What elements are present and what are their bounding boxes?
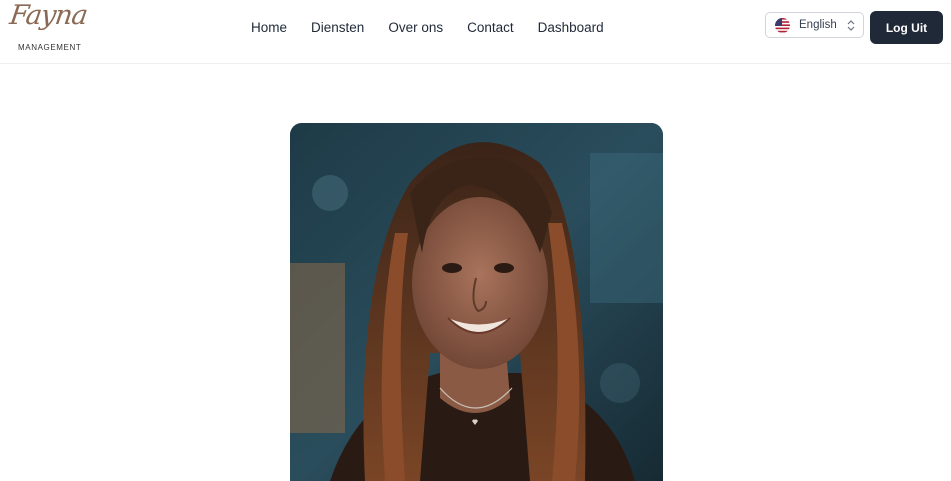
nav-home[interactable]: Home xyxy=(251,19,287,37)
nav-diensten[interactable]: Diensten xyxy=(311,19,364,37)
us-flag-icon xyxy=(775,17,790,33)
hero-portrait-image xyxy=(290,123,663,481)
nav-over-ons[interactable]: Over ons xyxy=(388,19,443,37)
brand-logo[interactable]: Fayna MANAGEMENT xyxy=(7,0,89,56)
main-nav: Home Diensten Over ons Contact Dashboard xyxy=(251,19,628,37)
logo-script-text: Fayna xyxy=(7,0,89,31)
logo-subtitle: MANAGEMENT xyxy=(18,43,82,52)
nav-dashboard[interactable]: Dashboard xyxy=(538,19,604,37)
chevron-up-down-icon xyxy=(847,19,855,32)
site-header: Fayna MANAGEMENT Home Diensten Over ons … xyxy=(0,0,951,64)
language-select[interactable]: English xyxy=(765,12,864,38)
nav-contact[interactable]: Contact xyxy=(467,19,514,37)
language-label: English xyxy=(799,19,837,31)
logout-button[interactable]: Log Uit xyxy=(870,11,943,44)
